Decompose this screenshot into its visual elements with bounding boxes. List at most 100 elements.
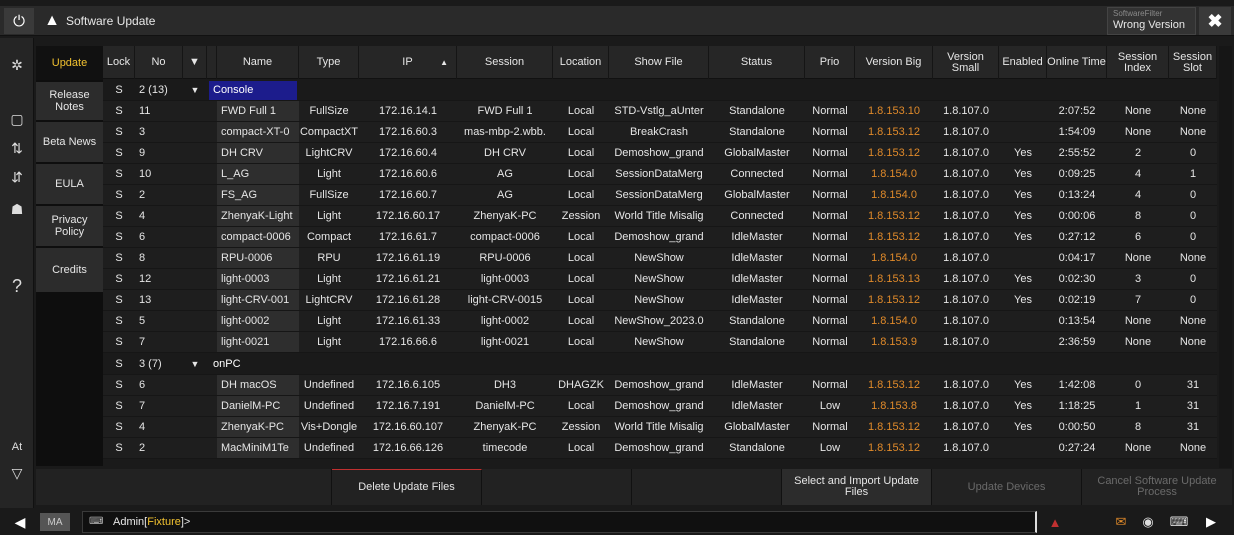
tab-beta-news[interactable]: Beta News	[36, 122, 103, 162]
table-row[interactable]: S 12 light-0003 Light 172.16.61.21 light-0003…	[103, 269, 1217, 290]
col-status[interactable]: Status	[709, 46, 805, 79]
cell-location: Local	[567, 147, 595, 159]
col-location[interactable]: Location	[553, 46, 609, 79]
table-row[interactable]: S 2 MacMiniM1Te Undefined 172.16.66.126 timec…	[103, 438, 1217, 459]
col-session-slot[interactable]: Session Slot	[1169, 46, 1217, 79]
cell-show-file: NewShow	[634, 252, 684, 264]
warning-icon[interactable]: ▲	[1044, 512, 1066, 532]
cell-session: FWD Full 1	[477, 105, 533, 117]
cell-prio: Low	[819, 400, 841, 412]
table-row[interactable]: S 9 DH CRV LightCRV 172.16.60.4 DH CRV Local De…	[103, 143, 1217, 164]
group-expand-icon[interactable]: ▼	[183, 80, 207, 100]
table-row[interactable]: S 13 light-CRV-001 LightCRV 172.16.61.28 ligh…	[103, 290, 1217, 311]
cell-enabled	[999, 438, 1047, 458]
cell-version-big: 1.8.153.9	[871, 336, 917, 348]
col-no[interactable]: No	[135, 46, 183, 79]
table-row[interactable]: S 3 compact-XT-0 CompactXT 172.16.60.3 mas-mb…	[103, 122, 1217, 143]
col-name[interactable]: Name	[217, 46, 299, 79]
sort-down-icon[interactable]: ⇵	[2, 164, 32, 190]
tab-privacy-policy[interactable]: Privacy Policy	[36, 206, 103, 246]
col-prio[interactable]: Prio	[805, 46, 855, 79]
col-version-small[interactable]: Version Small	[933, 46, 999, 79]
table-row[interactable]: S 7 DanielM-PC Undefined 172.16.7.191 DanielM…	[103, 396, 1217, 417]
cell-type: Vis+Dongle	[300, 421, 358, 433]
cell-version-big: 1.8.153.8	[871, 400, 917, 412]
cell-online-time: 0:27:24	[1058, 442, 1096, 454]
close-icon[interactable]: ✖	[1199, 7, 1231, 35]
table-row[interactable]: S 2 FS_AG FullSize 172.16.60.7 AG Local Session…	[103, 185, 1217, 206]
table-row[interactable]: S 4 ZhenyaK-PC Vis+Dongle 172.16.60.107 Zheny…	[103, 417, 1217, 438]
globe-icon[interactable]: ◉	[1137, 512, 1159, 532]
filter-icon[interactable]: ▽	[2, 460, 32, 486]
table-header: Lock No ▼ Name Type IP ▲ Session Location…	[103, 46, 1217, 79]
right-arrow-icon[interactable]: ▶	[1200, 512, 1222, 532]
table-row[interactable]: S 10 L_AG Light 172.16.60.6 AG Local SessionDat…	[103, 164, 1217, 185]
software-update-window: ⏻ ▲ Software Update SoftwareFilter Wrong…	[0, 0, 1234, 535]
cell-version-small: 1.8.107.0	[943, 126, 989, 138]
update-devices-button[interactable]: Update Devices	[932, 469, 1082, 505]
keyboard-icon[interactable]: ⌨	[89, 516, 105, 528]
cell-session-index: 8	[1134, 210, 1142, 222]
tab-release-notes[interactable]: Release Notes	[36, 82, 103, 120]
col-show-file[interactable]: Show File	[609, 46, 709, 79]
table-row[interactable]: S 6 compact-0006 Compact 172.16.61.7 compact-…	[103, 227, 1217, 248]
col-ip[interactable]: IP ▲	[359, 46, 457, 79]
cell-session: timecode	[482, 442, 528, 454]
cell-session-slot: None	[1179, 105, 1207, 117]
cell-ip: 172.16.60.3	[378, 126, 438, 138]
cell-enabled	[999, 248, 1047, 268]
cell-version-small: 1.8.107.0	[943, 231, 989, 243]
table-row[interactable]: S 11 FWD Full 1 FullSize 172.16.14.1 FWD Full…	[103, 101, 1217, 122]
tab-update[interactable]: Update	[36, 46, 103, 80]
table-scrollbar[interactable]	[1219, 46, 1232, 468]
delete-update-files-button[interactable]: Delete Update Files	[332, 469, 482, 505]
help-icon[interactable]: ?	[2, 273, 32, 299]
group-row[interactable]: S 3 (7) ▼ onPC	[103, 354, 1217, 375]
cell-name: DanielM-PC	[217, 396, 299, 416]
sort-icon[interactable]: ⇅	[2, 135, 32, 161]
table-row[interactable]: S 8 RPU-0006 RPU 172.16.61.19 RPU-0006 Local Ne…	[103, 248, 1217, 269]
cell-prio: Normal	[812, 168, 848, 180]
cell-ip: 172.16.7.191	[375, 400, 441, 412]
col-enabled[interactable]: Enabled	[999, 46, 1047, 79]
settings-gear-icon[interactable]: ✲	[2, 52, 32, 78]
col-online-time[interactable]: Online Time	[1047, 46, 1107, 79]
cell-version-big: 1.8.153.12	[868, 210, 920, 222]
table-row[interactable]: S 7 light-0021 Light 172.16.66.6 light-0021 Lo…	[103, 332, 1217, 353]
shortcuts-icon[interactable]: ⌨	[1168, 512, 1190, 532]
cancel-software-update-button[interactable]: Cancel Software Update Process	[1082, 469, 1232, 505]
table-row[interactable]: S 6 DH macOS Undefined 172.16.6.105 DH3 DHAGZK…	[103, 375, 1217, 396]
cell-session-index: 4	[1134, 189, 1142, 201]
cell-version-small: 1.8.107.0	[943, 105, 989, 117]
cell-status: GlobalMaster	[724, 189, 790, 201]
table-row[interactable]: S 5 light-0002 Light 172.16.61.33 light-0002 L…	[103, 311, 1217, 332]
prompt-prefix: Admin[	[113, 516, 148, 528]
cell-lock: S	[115, 231, 123, 243]
cell-prio: Normal	[812, 105, 848, 117]
at-button[interactable]: At	[2, 434, 32, 460]
collapse-arrow-icon[interactable]: ▼	[183, 46, 207, 79]
col-ip-label: IP	[402, 56, 413, 68]
cell-no: 6	[139, 231, 146, 243]
window-icon[interactable]: ▢	[2, 106, 32, 132]
col-type[interactable]: Type	[299, 46, 359, 79]
power-icon[interactable]: ⏻	[4, 8, 34, 34]
group-row[interactable]: S 2 (13) ▼ Console	[103, 80, 1217, 101]
command-line-input[interactable]: ⌨ Admin[Fixture]>	[82, 511, 1037, 533]
command-bar: ◀ MA ⌨ Admin[Fixture]> ▲ ✉ ◉ ⌨ ▶	[0, 508, 1234, 535]
col-version-big[interactable]: Version Big	[855, 46, 933, 79]
group-expand-icon[interactable]: ▼	[183, 354, 207, 374]
table-row[interactable]: S 4 ZhenyaK-Light Light 172.16.60.17 ZhenyaK-…	[103, 206, 1217, 227]
software-filter-button[interactable]: SoftwareFilter Wrong Version	[1107, 7, 1196, 35]
left-arrow-icon[interactable]: ◀	[6, 512, 34, 532]
col-session-index[interactable]: Session Index	[1107, 46, 1169, 79]
select-import-update-files-button[interactable]: Select and Import Update Files	[782, 469, 932, 505]
col-lock[interactable]: Lock	[103, 46, 135, 79]
col-session[interactable]: Session	[457, 46, 553, 79]
user-icon[interactable]: ☗	[2, 196, 32, 222]
cell-ip: 172.16.61.28	[375, 294, 441, 306]
tab-credits[interactable]: Credits	[36, 248, 103, 292]
tab-eula[interactable]: EULA	[36, 164, 103, 204]
message-icon[interactable]: ✉	[1110, 512, 1132, 532]
cell-location: Local	[567, 252, 595, 264]
